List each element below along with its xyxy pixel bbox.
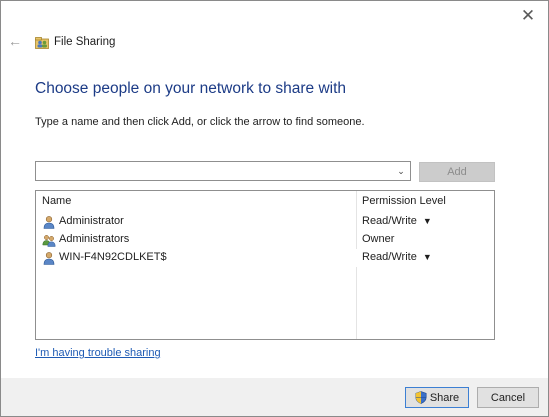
uac-shield-icon — [415, 391, 427, 404]
add-button[interactable]: Add — [419, 162, 495, 182]
sharing-list: Name Permission Level Administrator Read… — [35, 190, 495, 340]
cancel-button[interactable]: Cancel — [477, 387, 539, 408]
list-row-administrators[interactable]: Administrators Owner — [38, 231, 442, 249]
trouble-sharing-link[interactable]: I'm having trouble sharing — [35, 347, 161, 359]
permission-dropdown[interactable]: Read/Write ▼ — [362, 215, 432, 227]
close-icon: ✕ — [520, 6, 536, 25]
caret-down-icon: ▼ — [422, 216, 432, 226]
combo-dropdown-arrow[interactable]: ⌄ — [395, 164, 407, 178]
permission-value: Owner — [362, 233, 395, 245]
caret-down-icon: ▼ — [422, 252, 432, 262]
user-icon — [43, 252, 55, 265]
file-sharing-window: ✕ ← File Sharing Choose people on your n… — [0, 0, 549, 417]
column-header-permission[interactable]: Permission Level — [362, 195, 446, 207]
permission-value: Read/Write — [362, 215, 417, 227]
column-header-name[interactable]: Name — [42, 195, 71, 207]
row-name: WIN-F4N92CDLKET$ — [59, 251, 167, 263]
row-name: Administrators — [59, 233, 130, 245]
permission-dropdown[interactable]: Read/Write ▼ — [362, 251, 432, 263]
page-heading: Choose people on your network to share w… — [35, 80, 347, 97]
list-row-administrator[interactable]: Administrator Read/Write ▼ — [38, 213, 442, 231]
permission-value: Read/Write — [362, 251, 417, 263]
user-icon — [43, 216, 55, 229]
group-icon — [42, 235, 56, 247]
back-button[interactable]: ← — [6, 32, 24, 50]
share-button[interactable]: Share — [405, 387, 469, 408]
window-title: File Sharing — [54, 36, 116, 48]
file-sharing-icon — [35, 37, 49, 49]
list-row-win-f4n92cdlket[interactable]: WIN-F4N92CDLKET$ Read/Write ▼ — [38, 249, 442, 267]
title-bar: ✕ — [1, 1, 548, 31]
chevron-down-icon: ⌄ — [397, 166, 405, 176]
name-combo-box[interactable]: ⌄ — [35, 161, 411, 181]
back-arrow-icon: ← — [8, 33, 22, 49]
share-label: Share — [429, 391, 460, 404]
button-footer: Share Cancel — [1, 378, 548, 416]
instruction-text: Type a name and then click Add, or click… — [35, 116, 365, 128]
row-name: Administrator — [59, 215, 124, 227]
close-button[interactable]: ✕ — [514, 4, 542, 28]
